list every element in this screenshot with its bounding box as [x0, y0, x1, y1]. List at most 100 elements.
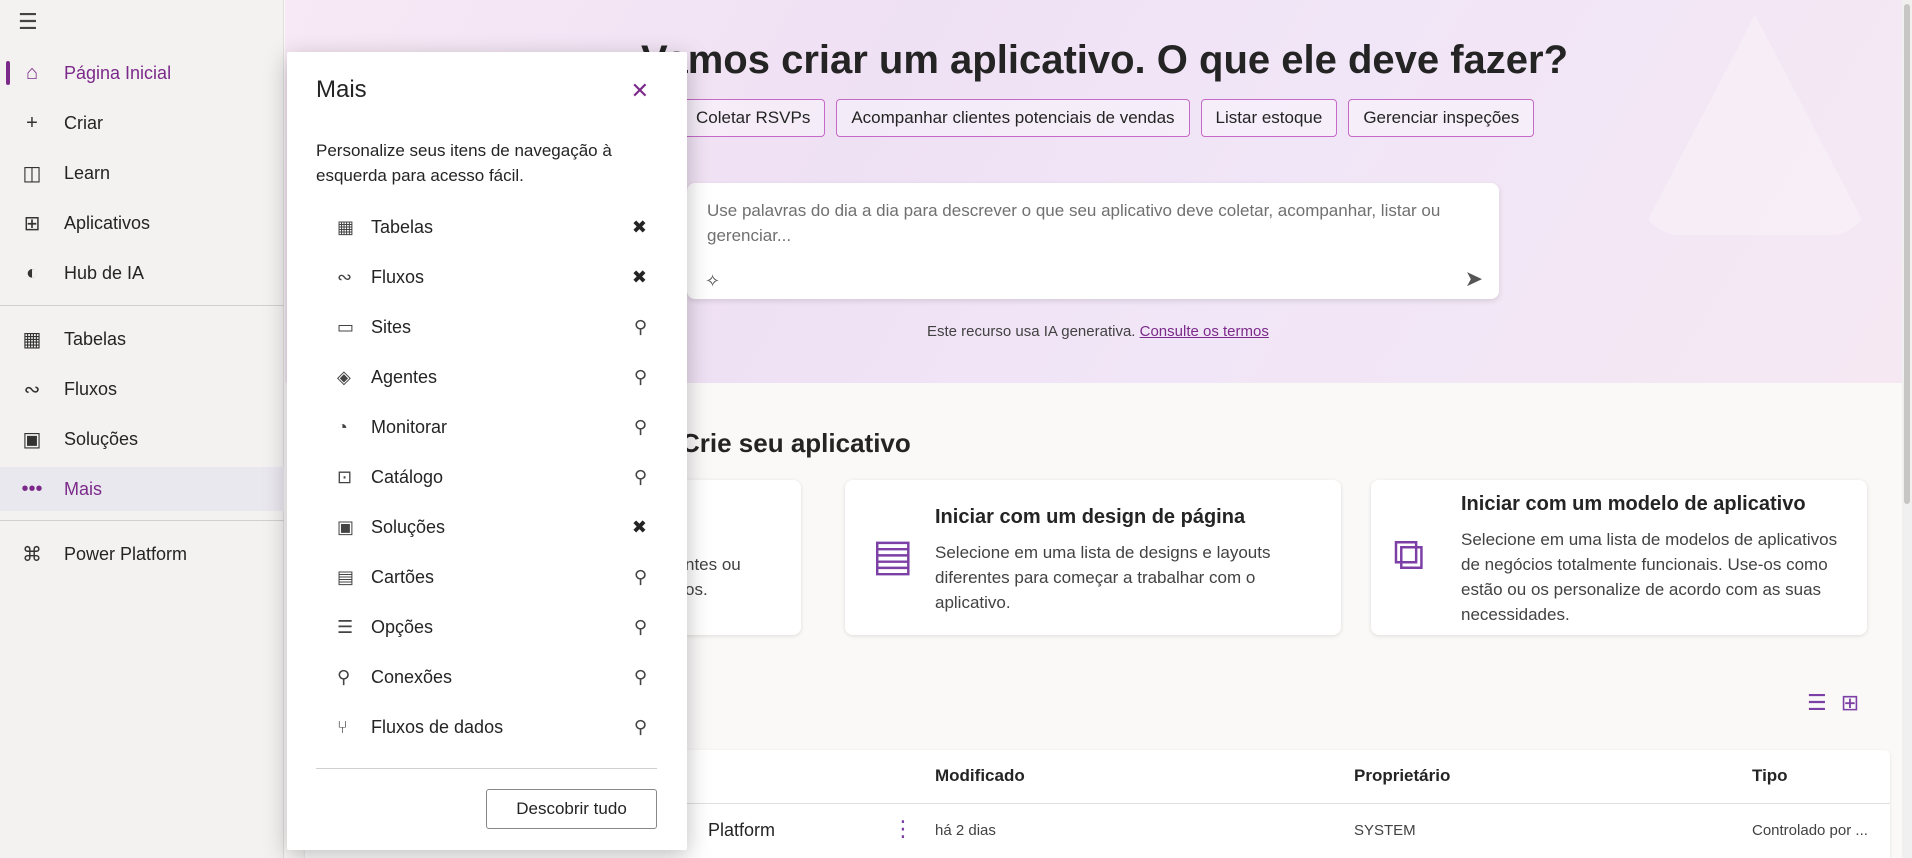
chip-collect-rsvps[interactable]: Coletar RSVPs: [681, 99, 826, 137]
more-options-icon[interactable]: ⋮: [892, 816, 914, 842]
decorative-triangle: [1640, 15, 1870, 235]
nav-item-label: Power Platform: [64, 543, 188, 564]
pin-icon[interactable]: ⚲: [634, 717, 647, 738]
card-desc: ntes ou os.: [685, 555, 741, 599]
panel-item-label: Agentes: [371, 366, 438, 387]
column-header-owner[interactable]: Proprietário: [1354, 766, 1450, 786]
panel-item-label: Soluções: [371, 516, 446, 537]
card-app-template[interactable]: ⧉ Iniciar com um modelo de aplicativo Se…: [1371, 480, 1867, 635]
options-icon: ☰: [337, 616, 354, 637]
card-desc: Selecione em uma lista de designs e layo…: [935, 543, 1271, 612]
hamburger-icon[interactable]: ☰: [18, 11, 42, 33]
solutions-icon: ▣: [22, 428, 42, 451]
nav-item-more[interactable]: ••• Mais: [0, 467, 284, 511]
row-owner: SYSTEM: [1354, 822, 1416, 839]
panel-item-agents[interactable]: ◈ Agentes ⚲: [337, 357, 647, 397]
prompt-box[interactable]: Use palavras do dia a dia para descrever…: [687, 183, 1499, 299]
pin-icon[interactable]: ⚲: [634, 617, 647, 638]
disclaimer-text: Este recurso usa IA generativa.: [927, 323, 1136, 340]
card-page-design[interactable]: ▤ Iniciar com um design de página Seleci…: [845, 480, 1341, 635]
pin-icon[interactable]: ⚲: [634, 367, 647, 388]
prompt-input[interactable]: Use palavras do dia a dia para descrever…: [707, 198, 1467, 248]
pin-icon[interactable]: ⚲: [634, 567, 647, 588]
nav-item-label: Soluções: [64, 428, 139, 449]
panel-item-flows[interactable]: ∾ Fluxos ✖: [337, 257, 647, 297]
sparkle-icon[interactable]: ✧: [705, 271, 720, 292]
agents-icon: ◈: [337, 366, 351, 387]
panel-item-connections[interactable]: ⚲ Conexões ⚲: [337, 657, 647, 697]
cards-icon: ▤: [337, 566, 355, 587]
unpin-icon[interactable]: ✖: [632, 267, 647, 288]
card-desc: Selecione em uma lista de modelos de apl…: [1461, 530, 1838, 624]
nav-item-create[interactable]: + Criar: [0, 101, 284, 145]
app-template-icon: ⧉: [1393, 530, 1425, 579]
unpin-icon[interactable]: ✖: [632, 517, 647, 538]
panel-item-monitor[interactable]: ◔ Monitorar ⚲: [337, 407, 647, 447]
discover-all-button[interactable]: Descobrir tudo: [486, 789, 657, 829]
grid-view-icon[interactable]: ⊞: [1841, 690, 1859, 716]
nav-divider: [0, 520, 284, 521]
panel-item-catalog[interactable]: ⊡ Catálogo ⚲: [337, 457, 647, 497]
more-icon: •••: [21, 477, 43, 500]
card-title: Iniciar com um modelo de aplicativo: [1461, 493, 1806, 515]
table-icon: ▦: [337, 216, 355, 237]
scrollbar-thumb[interactable]: [1904, 4, 1910, 504]
panel-item-label: Sites: [371, 316, 412, 337]
row-type: Controlado por ...: [1752, 822, 1868, 839]
view-toggles: ☰ ⊞: [1807, 690, 1859, 716]
panel-item-sites[interactable]: ▭ Sites ⚲: [337, 307, 647, 347]
panel-item-label: Monitorar: [371, 416, 448, 437]
nav-item-apps[interactable]: ⊞ Aplicativos: [0, 201, 284, 245]
unpin-icon[interactable]: ✖: [632, 217, 647, 238]
nav-item-power-platform[interactable]: ⌘ Power Platform: [0, 532, 284, 576]
nav-item-learn[interactable]: ◫ Learn: [0, 151, 284, 195]
panel-item-label: Fluxos de dados: [371, 716, 504, 737]
send-icon[interactable]: ➤: [1465, 266, 1483, 292]
ai-disclaimer: Este recurso usa IA generativa. Consulte…: [927, 323, 1269, 340]
panel-item-label: Fluxos: [371, 266, 425, 287]
panel-description: Personalize seus itens de navegação à es…: [316, 141, 612, 185]
nav-item-tables[interactable]: ▦ Tabelas: [0, 317, 284, 361]
pin-icon[interactable]: ⚲: [634, 667, 647, 688]
card-title: Iniciar com um design de página: [935, 506, 1246, 528]
section-title: Crie seu aplicativo: [681, 428, 911, 458]
more-flyout-panel: Mais ✕ Personalize seus itens de navegaç…: [287, 52, 687, 850]
panel-item-options[interactable]: ☰ Opções ⚲: [337, 607, 647, 647]
nav-item-label: Mais: [64, 478, 103, 499]
panel-item-label: Opções: [371, 616, 434, 637]
nav-item-home[interactable]: ⌂ Página Inicial: [0, 51, 284, 95]
nav-item-label: Aplicativos: [64, 212, 151, 233]
panel-item-cards[interactable]: ▤ Cartões ⚲: [337, 557, 647, 597]
nav-divider: [0, 305, 284, 306]
panel-item-dataflows[interactable]: ⑂ Fluxos de dados ⚲: [337, 707, 647, 747]
chip-sales-leads[interactable]: Acompanhar clientes potenciais de vendas: [836, 99, 1190, 137]
plus-icon: +: [26, 111, 38, 134]
nav-item-solutions[interactable]: ▣ Soluções: [0, 417, 284, 461]
column-header-type[interactable]: Tipo: [1752, 766, 1788, 786]
row-name[interactable]: Platform: [708, 820, 775, 841]
flow-icon: ∾: [23, 378, 41, 401]
list-view-icon[interactable]: ☰: [1807, 690, 1827, 716]
terms-link[interactable]: Consulte os termos: [1140, 323, 1269, 340]
dataflows-icon: ⑂: [337, 716, 348, 737]
monitor-icon: ◔: [337, 416, 348, 437]
chip-list-inventory[interactable]: Listar estoque: [1200, 99, 1338, 137]
pin-icon[interactable]: ⚲: [634, 317, 647, 338]
catalog-icon: ⊡: [337, 466, 353, 487]
pin-icon[interactable]: ⚲: [634, 417, 647, 438]
chip-manage-inspections[interactable]: Gerenciar inspeções: [1348, 99, 1535, 137]
column-header-modified[interactable]: Modificado: [935, 766, 1025, 786]
flow-icon: ∾: [337, 266, 353, 287]
panel-item-label: Cartões: [371, 566, 435, 587]
nav-item-flows[interactable]: ∾ Fluxos: [0, 367, 284, 411]
panel-item-solutions[interactable]: ▣ Soluções ✖: [337, 507, 647, 547]
panel-divider: [316, 768, 657, 769]
close-icon[interactable]: ✕: [631, 78, 649, 104]
pin-icon[interactable]: ⚲: [634, 467, 647, 488]
left-nav: ☰ ⌂ Página Inicial + Criar ◫ Learn ⊞ Apl…: [0, 0, 284, 858]
scrollbar[interactable]: [1902, 0, 1912, 858]
nav-item-ai-hub[interactable]: ◐ Hub de IA: [0, 251, 284, 295]
sites-icon: ▭: [337, 316, 355, 337]
panel-item-tables[interactable]: ▦ Tabelas ✖: [337, 207, 647, 247]
table-icon: ▦: [22, 328, 42, 351]
